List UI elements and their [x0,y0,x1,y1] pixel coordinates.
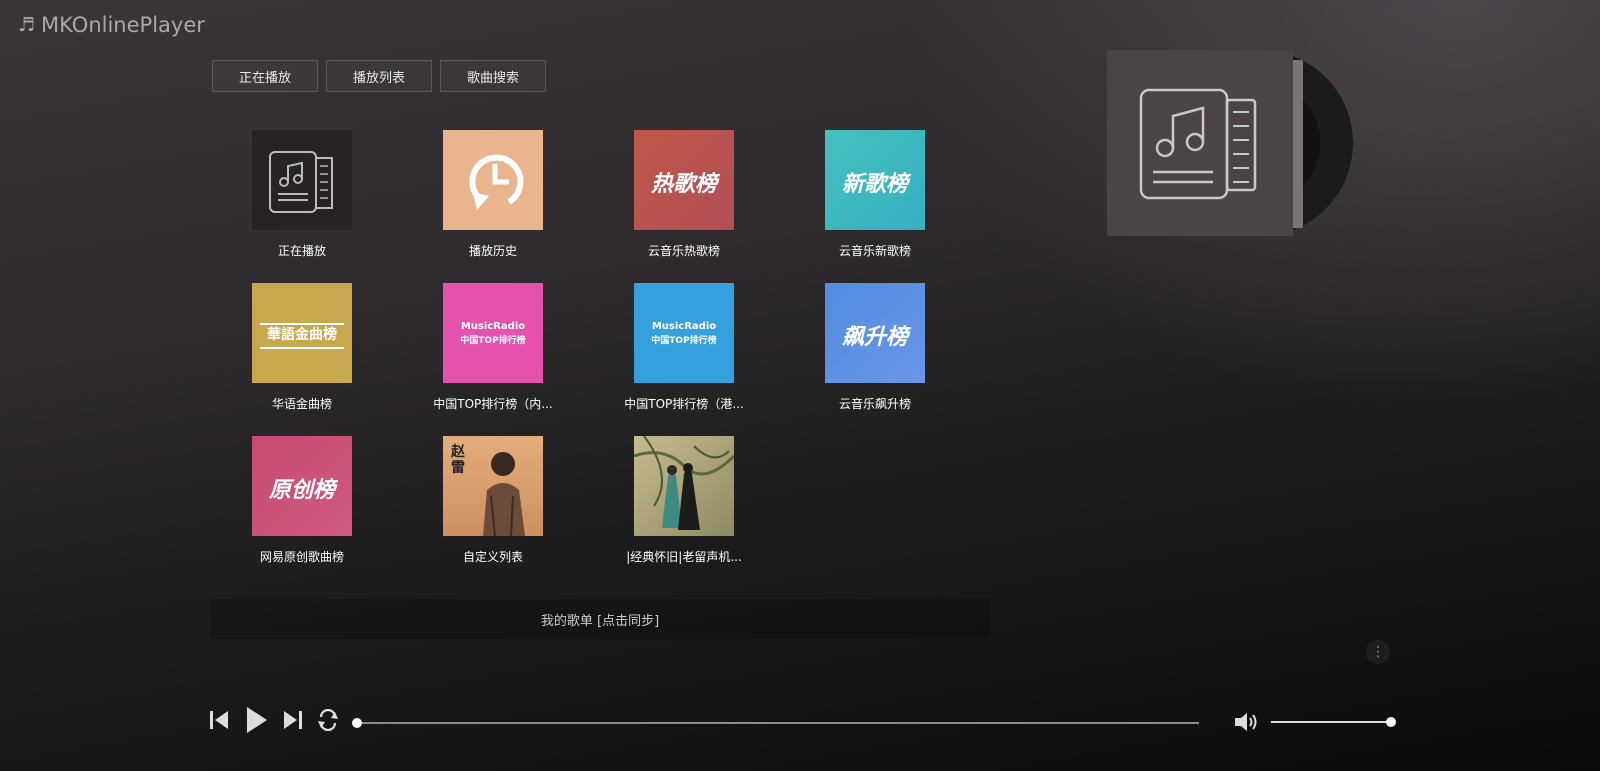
playlist-item[interactable]: 原创榜 网易原创歌曲榜 [212,436,392,565]
tab-playlists[interactable]: 播放列表 [326,60,432,92]
playlist-label: 自定义列表 [462,550,523,564]
playlist-item[interactable]: 新歌榜 云音乐新歌榜 [785,130,965,259]
cover-text: MusicRadio [460,321,526,332]
volume-slider[interactable] [1271,717,1396,727]
playlist-cover[interactable]: 原创榜 [252,436,352,536]
playlist-cover[interactable]: 新歌榜 [825,130,925,230]
now-playing-album [1107,50,1353,236]
playlist-label: 网易原创歌曲榜 [259,550,344,564]
volume-knob[interactable] [1386,717,1396,727]
playlist-item[interactable]: 赵雷 自定义列表 [403,436,583,565]
progress-knob[interactable] [352,718,362,728]
cover-subtext: 中国TOP排行榜 [460,336,526,346]
cover-text: 赵雷 [451,444,465,476]
cover-text: 新歌榜 [841,172,908,197]
playlist-label: 华语金曲榜 [271,397,332,411]
playlist-label: 中国TOP排行榜（港... [624,397,744,411]
progress-bar[interactable] [352,718,1199,728]
playlist-cover[interactable]: 赵雷 [443,436,543,536]
playlist-label: 云音乐新歌榜 [838,244,911,258]
playlist-item[interactable]: MusicRadio 中国TOP排行榜 中国TOP排行榜（港... [594,283,774,412]
playlist-cover[interactable]: MusicRadio 中国TOP排行榜 [443,283,543,383]
playlist-cover[interactable] [634,436,734,536]
cover-subtext: 中国TOP排行榜 [651,336,717,346]
playlist-cover[interactable]: 華語金曲榜 [252,283,352,383]
album-painting-art [634,436,734,530]
playlist-cover[interactable] [252,130,352,230]
playlist-item[interactable]: 飙升榜 云音乐飙升榜 [785,283,965,412]
next-icon[interactable] [282,709,304,731]
cover-text: 飙升榜 [841,325,908,350]
playlist-label: |经典怀旧|老留声机... [626,550,742,564]
playlist-item[interactable]: 正在播放 [212,130,392,259]
tab-now-playing[interactable]: 正在播放 [212,60,318,92]
play-icon[interactable] [244,706,268,734]
playlist-item[interactable]: 華語金曲榜 华语金曲榜 [212,283,392,412]
playlist-cover[interactable]: 热歌榜 [634,130,734,230]
sync-playlists-button[interactable]: 我的歌单 [点击同步] [210,599,990,639]
cover-text: MusicRadio [651,321,717,332]
playlist-label: 云音乐热歌榜 [647,244,720,258]
playlist-cover[interactable]: 飙升榜 [825,283,925,383]
playlist-item[interactable]: MusicRadio 中国TOP排行榜 中国TOP排行榜（内... [403,283,583,412]
app-logo: ♬ MKOnlinePlayer [18,13,205,37]
player-controls [208,706,340,734]
album-art [1107,50,1293,236]
more-options-icon[interactable]: ⋮ [1366,640,1390,664]
cover-text: 热歌榜 [650,172,717,197]
playlist-label: 云音乐飙升榜 [838,397,911,411]
history-clock-icon [469,154,524,210]
main-tabs: 正在播放 播放列表 歌曲搜索 [212,60,546,92]
loop-icon[interactable] [316,709,340,731]
playlist-doc-icon [269,151,333,213]
cover-text: 華語金曲榜 [267,327,337,343]
playlist-item[interactable]: |经典怀旧|老留声机... [594,436,774,565]
music-note-icon: ♬ [18,14,36,36]
playlist-item[interactable]: 热歌榜 云音乐热歌榜 [594,130,774,259]
cover-text: 原创榜 [268,478,335,503]
volume-icon[interactable] [1233,710,1259,738]
app-title: MKOnlinePlayer [41,13,205,37]
playlist-cover[interactable]: MusicRadio 中国TOP排行榜 [634,283,734,383]
playlist-label: 播放历史 [468,244,517,258]
playlist-doc-icon [1139,88,1257,200]
playlist-label: 正在播放 [277,244,326,258]
playlist-item[interactable]: 播放历史 [403,130,583,259]
playlist-label: 中国TOP排行榜（内... [433,397,553,411]
playlist-cover[interactable] [443,130,543,230]
tab-search[interactable]: 歌曲搜索 [440,60,546,92]
prev-icon[interactable] [208,709,230,731]
